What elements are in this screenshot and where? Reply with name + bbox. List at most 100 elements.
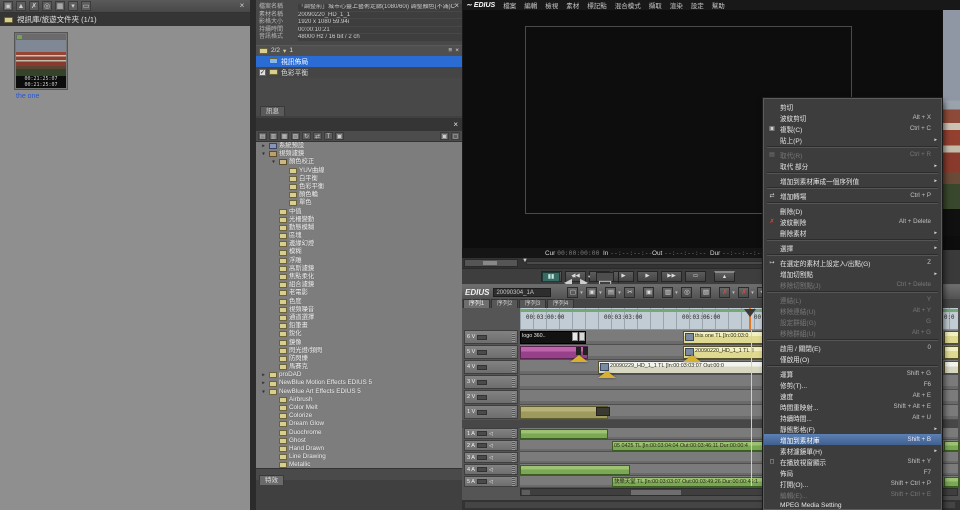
- track-grip[interactable]: [512, 393, 515, 402]
- context-menu-item[interactable]: MPEG Media Setting ►: [764, 500, 941, 510]
- close-icon[interactable]: ×: [453, 120, 458, 129]
- context-menu-item[interactable]: 移除切割點(J) Ctrl + Delete ►: [764, 279, 941, 290]
- timeline-clip[interactable]: [520, 465, 630, 475]
- ffwd-button[interactable]: ▶▶: [661, 271, 682, 282]
- track-patch-box[interactable]: [477, 431, 487, 436]
- save-project-icon[interactable]: ▤: [605, 287, 616, 298]
- track-patch-box[interactable]: [477, 479, 487, 484]
- video-track-header[interactable]: 6 V: [464, 330, 518, 344]
- effect-tree-item[interactable]: ▸ NewBlue Motion Effects EDIUS 5: [256, 379, 462, 387]
- timeline-playhead-line[interactable]: [751, 330, 752, 486]
- context-menu-item[interactable]: 增加到素材庫成一個序列值 ►: [764, 175, 941, 186]
- delete-icon[interactable]: ✗: [29, 1, 39, 11]
- track-patch-box[interactable]: [477, 380, 487, 385]
- expander-icon[interactable]: ▸: [260, 142, 267, 150]
- effect-tree-item[interactable]: Line Drawing: [256, 453, 462, 461]
- track-grip[interactable]: [512, 465, 515, 474]
- context-menu-item[interactable]: 設定群組(G) G ►: [764, 316, 941, 327]
- close-icon[interactable]: ×: [454, 1, 459, 10]
- clip-name-label[interactable]: the one: [16, 93, 39, 100]
- track-grip[interactable]: [512, 441, 515, 450]
- caret-down-icon[interactable]: ▼: [578, 287, 584, 298]
- effect-tree-item[interactable]: Duochrome: [256, 429, 462, 437]
- dock-icon[interactable]: ▣: [440, 132, 449, 140]
- timeline-clip[interactable]: [944, 346, 959, 359]
- timeline-clip[interactable]: [944, 441, 959, 451]
- effect-tree-item[interactable]: 色彩平衡: [256, 183, 462, 191]
- context-menu-item[interactable]: 刪除素材 ►: [764, 227, 941, 238]
- pin-icon[interactable]: ▾: [283, 47, 286, 55]
- effect-tree-item[interactable]: 鏡像: [256, 339, 462, 347]
- track-grip[interactable]: [512, 453, 515, 462]
- effect-tree-item[interactable]: 中值: [256, 208, 462, 216]
- scrollbar-button[interactable]: [522, 490, 530, 495]
- effect-tree-item[interactable]: 高斯濾鏡: [256, 265, 462, 273]
- timeline-clip[interactable]: 20090229_HD_1_1 TL [In:00:03:03:07 Out:0…: [598, 361, 763, 374]
- view-icon-1[interactable]: ▤: [258, 132, 267, 140]
- next-frame-button[interactable]: ▶: [637, 271, 658, 282]
- menu-item[interactable]: 檔案: [503, 0, 516, 10]
- track-grip[interactable]: [512, 408, 515, 417]
- menu-item[interactable]: 混合模式: [615, 0, 641, 10]
- search-icon[interactable]: ◎: [681, 287, 692, 298]
- tab-information[interactable]: 訊息: [260, 106, 285, 116]
- track-grip[interactable]: [512, 429, 515, 438]
- view-icon-4[interactable]: ▧: [291, 132, 300, 140]
- context-menu-item[interactable]: 素材濾鏡單(H) ►: [764, 445, 941, 456]
- new-sequence-icon[interactable]: ▢: [567, 287, 578, 298]
- video-track-header[interactable]: 5 V: [464, 345, 518, 359]
- context-menu-item[interactable]: 連結(L) Y ►: [764, 294, 941, 305]
- display-button[interactable]: ▭: [685, 271, 706, 282]
- timeline-clip[interactable]: [520, 406, 608, 419]
- transition-icon[interactable]: [598, 371, 616, 378]
- context-menu-item[interactable]: 啟用 / 關閉(E) 0 ►: [764, 342, 941, 353]
- menu-item[interactable]: 編輯: [524, 0, 537, 10]
- speaker-icon[interactable]: ◁: [489, 443, 493, 449]
- effect-tree-item[interactable]: ▸ 系統預設: [256, 142, 462, 150]
- speaker-icon[interactable]: ◁: [489, 431, 493, 437]
- effect-tree-item[interactable]: 閃光燈/頻閃: [256, 347, 462, 355]
- export-icon[interactable]: ▭: [81, 1, 91, 11]
- applied-effect-row[interactable]: ✓ 視訊佈局: [256, 56, 462, 67]
- effect-tree-item[interactable]: 單色: [256, 199, 462, 207]
- speaker-icon[interactable]: ◁: [489, 455, 493, 461]
- speaker-icon[interactable]: ◁: [489, 467, 493, 473]
- shuttle-slider[interactable]: [464, 259, 518, 267]
- delete-icon[interactable]: ✗: [719, 287, 730, 298]
- effect-tree-item[interactable]: 動態模糊: [256, 224, 462, 232]
- effect-tree-item[interactable]: 組合濾鏡: [256, 281, 462, 289]
- video-track-header[interactable]: 2 V: [464, 390, 518, 404]
- export-button[interactable]: ▲: [714, 271, 735, 282]
- close-icon[interactable]: ×: [237, 1, 247, 11]
- context-menu-item[interactable]: ↦ 在選定的素材上設定入/出點(G) Z ►: [764, 257, 941, 268]
- track-patch-box[interactable]: [477, 467, 487, 472]
- context-menu-item[interactable]: ▣ 複製(C) Ctrl + C ►: [764, 123, 941, 134]
- capture-x-icon[interactable]: ✗: [738, 287, 749, 298]
- clip-thumbnail-card[interactable]: 00:21:25:07 00:21:25:07: [14, 32, 68, 90]
- context-menu-item[interactable]: ◻ 在播放視窗顯示 Shift + Y ►: [764, 456, 941, 467]
- video-track-header[interactable]: 4 V: [464, 360, 518, 374]
- effect-tree-item[interactable]: YUV曲線: [256, 167, 462, 175]
- tab-effect[interactable]: 特效: [259, 475, 284, 485]
- play-button[interactable]: ▶: [613, 271, 634, 282]
- effect-tree-item[interactable]: Hand Drawn: [256, 445, 462, 453]
- effect-tree-item[interactable]: 銳化: [256, 330, 462, 338]
- effect-tree-item[interactable]: Dream Glow: [256, 420, 462, 428]
- view-grid-icon[interactable]: ▦: [55, 1, 65, 11]
- effect-tree-item[interactable]: 焦點柔化: [256, 273, 462, 281]
- expander-icon[interactable]: ▸: [260, 371, 267, 379]
- menu-item[interactable]: 檢視: [545, 0, 558, 10]
- context-menu-item[interactable]: 剪切 ►: [764, 101, 941, 112]
- applied-effect-row[interactable]: ✓ 色彩平衡: [256, 67, 462, 78]
- timeline-clip[interactable]: 快樂天堂 TL [In:00:03:03:07 Out:00:03:49:26 …: [612, 477, 763, 487]
- effect-tree-item[interactable]: 視頻噪音: [256, 306, 462, 314]
- menu-item[interactable]: 設定: [691, 0, 704, 10]
- context-menu-item[interactable]: 靜態影格(F) ►: [764, 423, 941, 434]
- effect-tree-item[interactable]: ▾ NewBlue Art Effects EDIUS 5: [256, 388, 462, 396]
- timeline-clip[interactable]: [944, 477, 959, 487]
- effect-tree-item[interactable]: 光柵變動: [256, 216, 462, 224]
- target-icon[interactable]: ▣: [335, 132, 344, 140]
- view-caret-icon[interactable]: ▾: [68, 1, 78, 11]
- effect-tree-item[interactable]: 白平衡: [256, 175, 462, 183]
- context-menu-item[interactable]: 時間重映射... Shift + Alt + E ►: [764, 401, 941, 412]
